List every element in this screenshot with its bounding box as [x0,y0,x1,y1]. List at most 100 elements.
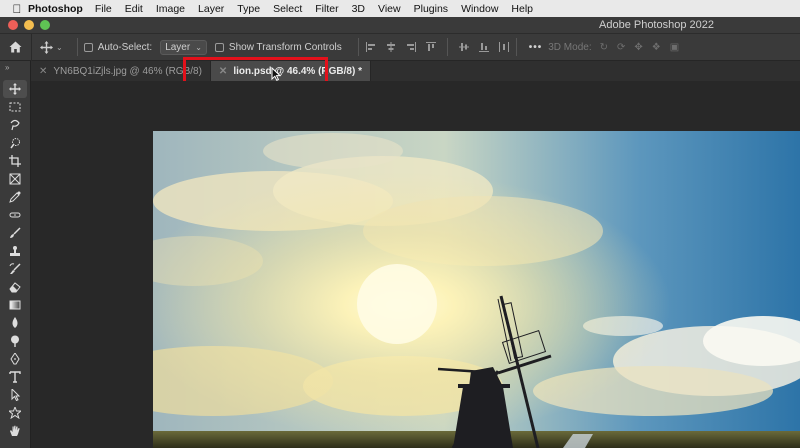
menu-help[interactable]: Help [511,3,533,15]
tab-highlight-annotation [183,57,328,84]
slide-3d-icon[interactable]: ❖ [652,42,661,53]
align-horizontal-centers-icon[interactable] [385,41,397,53]
menu-window[interactable]: Window [461,3,498,15]
toolbar [3,80,27,440]
roll-3d-icon[interactable]: ⟳ [617,42,625,53]
close-icon[interactable]: ✕ [39,66,47,77]
menu-3d[interactable]: 3D [352,3,365,15]
healing-brush-tool[interactable] [3,206,27,224]
window-title-bar: Adobe Photoshop 2022 [0,17,800,34]
mode3d-label: 3D Mode: [548,41,592,53]
3d-mode-tools: ↻ ⟳ ✥ ❖ ▣ [600,42,680,53]
chevron-down-icon: ⌄ [56,42,63,52]
blur-icon [12,317,18,328]
document-canvas-image[interactable] [153,131,800,448]
collapse-panel-icon[interactable]: » [5,63,9,72]
show-transform-label: Show Transform Controls [228,41,342,53]
path-select-icon [11,389,21,401]
clone-stamp-tool[interactable] [3,242,27,260]
marquee-tool[interactable] [3,98,27,116]
eyedropper-tool[interactable] [3,188,27,206]
eraser-tool[interactable] [3,278,27,296]
checkbox-box[interactable] [83,42,93,52]
type-icon [9,371,21,383]
menu-layer[interactable]: Layer [198,3,224,15]
eyedropper-icon [9,191,21,203]
auto-select-checkbox[interactable]: Auto-Select: [83,41,153,53]
menu-app-name[interactable]: Photoshop [28,3,83,15]
orbit-3d-icon[interactable]: ↻ [600,42,608,53]
minimize-window-button[interactable] [24,20,34,30]
menu-type[interactable]: Type [237,3,260,15]
healing-brush-icon [9,212,21,218]
align-buttons [365,38,510,56]
clone-stamp-icon [10,246,20,256]
tool-preset-picker[interactable]: ⌄ [40,40,63,54]
chevron-down-icon: ⌄ [195,42,202,52]
home-icon [9,41,22,53]
auto-select-label: Auto-Select: [97,41,153,53]
pen-icon [10,353,20,365]
divider [446,38,448,56]
menu-edit[interactable]: Edit [125,3,143,15]
home-button[interactable] [0,33,32,61]
apple-icon[interactable]:  [6,2,28,16]
hand-tool[interactable] [3,422,27,440]
history-brush-icon [9,263,21,274]
checkbox-box[interactable] [214,42,224,52]
scale-3d-icon[interactable]: ▣ [670,42,679,53]
divider [357,38,359,56]
tab-label: YN6BQ1iZjls.jpg @ 46% (RGB/8) [53,65,202,77]
brush-tool[interactable] [3,224,27,242]
zoom-window-button[interactable] [40,20,50,30]
frame-icon [9,173,21,185]
move-tool-icon [40,40,53,54]
pan-3d-icon[interactable]: ✥ [634,42,642,53]
frame-tool[interactable] [3,170,27,188]
macos-menu-bar:  Photoshop File Edit Image Layer Type S… [0,0,800,17]
lasso-icon [10,119,20,131]
eraser-icon [9,282,21,293]
lasso-tool[interactable] [3,116,27,134]
gradient-tool[interactable] [3,296,27,314]
align-vertical-centers-icon[interactable] [458,41,470,53]
dodge-icon [11,335,19,347]
crop-tool[interactable] [3,152,27,170]
menu-plugins[interactable]: Plugins [414,3,448,15]
show-transform-controls-checkbox[interactable]: Show Transform Controls [214,41,342,53]
align-left-edges-icon[interactable] [365,41,377,53]
divider [515,38,517,56]
history-brush-tool[interactable] [3,260,27,278]
auto-select-target-dropdown[interactable]: Layer ⌄ [160,39,207,55]
menu-filter[interactable]: Filter [315,3,338,15]
shape-tool[interactable] [3,404,27,422]
align-top-edges-icon[interactable] [425,41,437,53]
traffic-lights [8,20,50,30]
menu-view[interactable]: View [378,3,401,15]
distribute-icon[interactable] [498,41,510,53]
layer-select-value: Layer [165,41,191,53]
blur-tool[interactable] [3,314,27,332]
menu-image[interactable]: Image [156,3,185,15]
quick-select-tool[interactable] [3,134,27,152]
quick-select-icon [10,138,20,149]
crop-icon [9,155,21,167]
pen-tool[interactable] [3,350,27,368]
move-icon [9,83,21,95]
align-right-edges-icon[interactable] [405,41,417,53]
shape-icon [9,407,21,419]
menu-select[interactable]: Select [273,3,302,15]
hand-icon [10,425,20,436]
windmill-landscape-photo [153,131,800,448]
options-bar: ⌄ Auto-Select: Layer ⌄ Show Transform Co… [0,33,800,61]
more-options-button[interactable]: ••• [529,42,543,53]
menu-file[interactable]: File [95,3,112,15]
close-window-button[interactable] [8,20,18,30]
type-tool[interactable] [3,368,27,386]
document-tab-bar: ✕ YN6BQ1iZjls.jpg @ 46% (RGB/8) ✕ lion.p… [31,61,800,81]
align-bottom-edges-icon[interactable] [478,41,490,53]
mouse-cursor-icon [271,67,281,81]
dodge-tool[interactable] [3,332,27,350]
move-tool[interactable] [3,80,27,98]
path-select-tool[interactable] [3,386,27,404]
